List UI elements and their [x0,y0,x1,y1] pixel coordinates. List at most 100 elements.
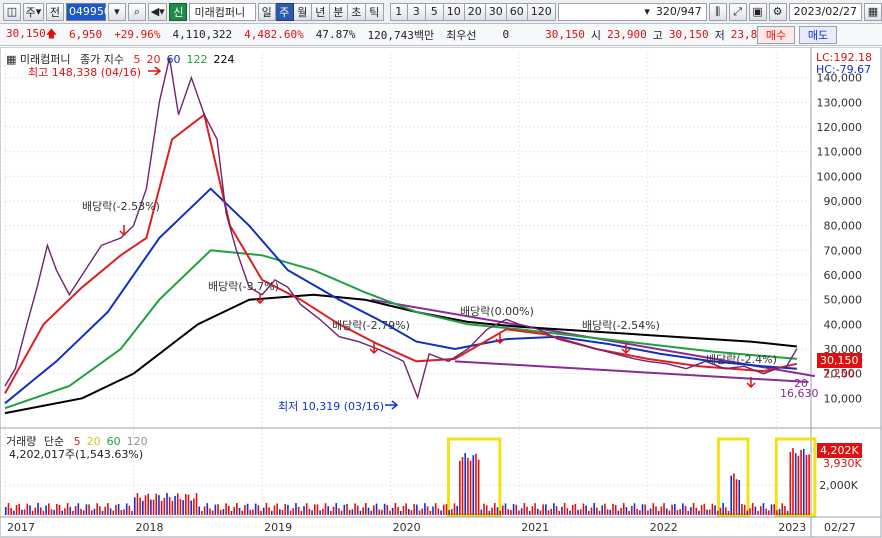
interval-tab[interactable]: 3 [407,2,426,21]
period-tab[interactable]: 일 [257,2,276,21]
save-icon[interactable]: ▣ [748,2,767,21]
volume-bar [800,449,802,515]
volume-bar [279,509,281,515]
volume-bar [80,508,82,515]
date-field[interactable]: 2023/02/27 [788,2,862,21]
volume-bar [738,480,741,515]
volume-bar [469,460,472,515]
price-chart[interactable]: 140,000130,000120,000110,000100,00090,00… [0,47,882,538]
high-price: 30,150 [668,28,709,41]
volume-bar [389,510,391,515]
volume-bar [367,507,370,515]
volume-bar [311,510,313,515]
period-tab[interactable]: 분 [329,2,348,21]
volume-bar [687,510,690,515]
volume-bar [706,509,708,515]
interval-tab[interactable]: 10 [443,2,465,21]
volume-bar [491,507,493,515]
volume-bar [445,504,448,515]
volume-bar [730,475,732,515]
x-tick-label: 2018 [136,521,164,534]
volume-bar [453,503,456,515]
volume-bar [230,510,233,515]
volume-bar [413,504,415,515]
draw-icon[interactable]: ⤢ [728,2,747,21]
volume-bar [394,503,397,515]
volume-bar [112,510,115,515]
interval-tab[interactable]: 5 [425,2,444,21]
interval-tab[interactable]: 120 [527,2,556,21]
volume-bar [47,503,50,515]
period-type-select[interactable]: 주 ▾ [23,2,44,21]
interval-tab[interactable]: 20 [464,2,486,21]
stock-code-input[interactable]: 049950 [65,2,111,21]
volume-bar [187,494,190,515]
volume-bar [741,504,743,515]
volume-bar [117,503,120,515]
x-tick-label: 2019 [264,521,292,534]
volume-bar [716,510,719,515]
volume-bar [155,493,158,515]
volume-bar [673,504,676,515]
amount-value: 120,743백만 [367,28,435,42]
volume-bar [442,504,445,515]
volume-bar [794,453,797,515]
prev-button[interactable]: 전 [45,2,64,21]
legend-period: 20 [146,53,161,66]
y-tick-label: 40,000 [824,318,863,331]
volume-bar [757,510,759,515]
volume-bar [195,493,198,515]
dividend-annotation: 배당락(-2.79%) [332,319,410,332]
turnover-value: 47.87% [315,28,356,41]
settings-icon[interactable]: ⚙ [768,2,787,21]
layout-icon[interactable]: ◫ [3,2,21,21]
volume-bar [233,507,235,515]
volume-bar [330,510,332,515]
low-annotation: 최저 10,319 (03/16) [278,400,384,413]
volume-bar [131,510,133,515]
volume-bar [45,505,47,515]
volume-bar [461,457,464,515]
period-tab[interactable]: 월 [293,2,312,21]
interval-tab[interactable]: 30 [485,2,507,21]
volume-bar [493,503,496,515]
volume-value: 4,110,322 [172,28,233,41]
volume-bar [375,503,378,515]
volume-bar [246,503,249,515]
period-tab[interactable]: 년 [311,2,330,21]
volume-bar [152,499,155,515]
volume-bar [66,503,69,515]
volume-bar [655,506,657,515]
volume-bar [778,508,781,515]
search-icon[interactable]: ⌕ [127,2,146,21]
period-tab[interactable]: 틱 [365,2,384,21]
y-tick-label: 100,000 [817,170,863,183]
volume-bar [534,503,536,515]
volume-bar [700,505,703,515]
volume-bar [477,459,480,515]
volume-bar [88,504,90,515]
dividend-annotation: 배당락(-3.7%) [208,280,279,293]
volume-bar [515,504,518,515]
volume-bar [639,510,641,515]
volume-bar [762,503,765,515]
calendar-icon[interactable]: ▦ [864,2,882,21]
interval-tab[interactable]: 1 [389,2,408,21]
code-dropdown-icon[interactable]: ▾ [107,2,126,21]
volume-bar [362,507,364,515]
period-tab[interactable]: 초 [347,2,366,21]
volume-bar [751,503,754,515]
volume-bar [786,510,789,515]
volume-bar [147,493,149,515]
interval-tab[interactable]: 60 [506,2,528,21]
sound-icon[interactable]: ◀▾ [147,2,168,21]
range-field[interactable]: ▾ 320/947 [557,2,707,21]
candle-icon[interactable]: ⫼ [708,2,727,21]
volume-bar [708,509,711,515]
buy-button[interactable]: 매수 [757,26,795,44]
period-tab[interactable]: 주 [275,2,294,21]
volume-bar [545,504,547,515]
volume-bar [238,507,241,515]
sell-button[interactable]: 매도 [799,26,837,44]
volume-bar [142,500,144,515]
